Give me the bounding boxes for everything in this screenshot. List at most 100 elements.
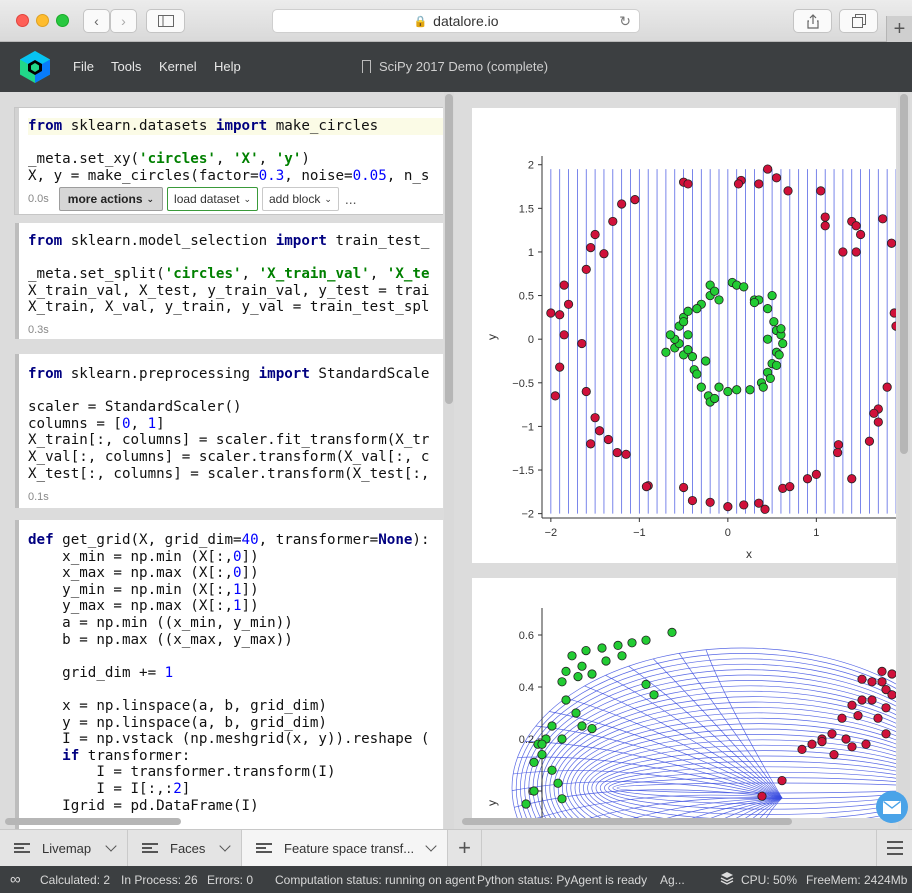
workspace: from sklearn.datasets import make_circle… [0, 92, 912, 829]
data-point [837, 713, 847, 723]
scrollbar-thumb[interactable] [5, 818, 181, 825]
close-window-button[interactable] [16, 14, 29, 27]
back-button[interactable]: ‹ [83, 9, 110, 33]
scrollbar-thumb[interactable] [462, 818, 792, 825]
data-point [521, 799, 531, 809]
data-point [745, 385, 755, 395]
cell-code[interactable]: def get_grid(X, grid_dim=40, transformer… [15, 520, 443, 814]
output-vertical-scrollbar[interactable] [898, 92, 910, 829]
data-point [577, 661, 587, 671]
minimize-window-button[interactable] [36, 14, 49, 27]
chevron-down-icon[interactable] [219, 840, 231, 852]
load-dataset-button[interactable]: load dataset ⌄ [167, 187, 258, 211]
scrollbar-thumb[interactable] [445, 94, 453, 404]
data-point [829, 750, 839, 760]
data-point [820, 221, 830, 231]
reload-icon[interactable]: ↻ [619, 13, 631, 30]
menu-help[interactable]: Help [214, 59, 241, 74]
browser-toolbar: ‹ › 🔒 datalore.io ↻ + [0, 0, 912, 42]
more-actions-button[interactable]: more actions ⌄ [58, 187, 164, 211]
cell-gutter [15, 354, 19, 508]
tab-feature-space[interactable]: Feature space transf... [242, 830, 448, 866]
document-title[interactable]: SciPy 2017 Demo (complete) [362, 59, 548, 74]
data-point [758, 382, 768, 392]
code-cell[interactable]: def get_grid(X, grid_dim=40, transformer… [15, 520, 443, 829]
feedback-button[interactable] [876, 791, 908, 823]
datalore-logo-icon[interactable] [18, 50, 52, 84]
menu-kernel[interactable]: Kernel [159, 59, 197, 74]
code-cell[interactable]: from sklearn.model_selection import trai… [15, 223, 443, 339]
tab-livemap[interactable]: Livemap [0, 830, 128, 866]
worksheet-icon [256, 841, 272, 855]
y-tick-label: 0.4 [519, 682, 534, 694]
data-point [760, 504, 770, 514]
forward-button[interactable]: › [110, 9, 137, 33]
x-tick-label: −1 [633, 527, 646, 539]
data-point [763, 164, 773, 174]
data-point [881, 729, 891, 739]
cell-timing: 0.0s [28, 193, 49, 205]
document-title-text: SciPy 2017 Demo (complete) [379, 59, 549, 74]
data-point [555, 362, 565, 372]
scatter-plot-circles[interactable]: 2 1.5 1 0.5 0 −0.5 −1 −1.5 −2 −2 −1 0 1 x y [472, 108, 896, 563]
data-point [855, 229, 866, 240]
add-block-button[interactable]: add block ⌄ [261, 187, 339, 211]
data-point [783, 186, 793, 196]
data-point [767, 290, 777, 301]
share-button[interactable] [793, 9, 832, 33]
scrollbar-thumb[interactable] [900, 94, 908, 454]
tabs-icon [851, 14, 866, 28]
editor-vertical-scrollbar[interactable] [444, 92, 454, 829]
status-agent[interactable]: Ag... [660, 873, 685, 887]
add-sheet-button[interactable]: + [448, 830, 482, 866]
tab-faces[interactable]: Faces [128, 830, 242, 866]
code-cell[interactable]: from sklearn.datasets import make_circle… [15, 108, 443, 214]
load-dataset-label: load dataset [174, 192, 240, 206]
address-bar[interactable]: 🔒 datalore.io ↻ [272, 9, 640, 33]
menu-tools[interactable]: Tools [111, 59, 141, 74]
menu-hamburger-icon[interactable] [876, 830, 912, 866]
data-point [546, 308, 556, 318]
data-point [547, 765, 557, 775]
scatter-plot-transformed[interactable]: 0.60.40.20y [472, 578, 896, 818]
data-point [853, 711, 863, 721]
data-point [683, 330, 693, 340]
chevron-down-icon[interactable] [425, 840, 437, 852]
data-point [683, 179, 693, 189]
menu-file[interactable]: File [73, 59, 94, 74]
cell-gutter [15, 223, 19, 339]
chevron-down-icon: ⌄ [146, 193, 155, 204]
y-tick-label: 0.6 [519, 630, 534, 642]
data-point [847, 700, 857, 710]
cell-code[interactable]: from sklearn.model_selection import trai… [15, 223, 443, 316]
new-tab-button[interactable]: + [886, 16, 912, 42]
output-horizontal-scrollbar[interactable] [456, 816, 896, 826]
data-point [807, 739, 817, 749]
data-point [617, 199, 627, 209]
data-point [771, 173, 782, 183]
data-point [847, 474, 857, 484]
code-cell[interactable]: from sklearn.preprocessing import Standa… [15, 354, 443, 508]
tabs-overview-button[interactable] [839, 9, 878, 33]
cell-timing: 0.3s [28, 323, 49, 336]
maximize-window-button[interactable] [56, 14, 69, 27]
data-point [841, 734, 851, 744]
editor-horizontal-scrollbar[interactable] [5, 816, 445, 826]
data-point [869, 408, 879, 418]
cell-code[interactable]: from sklearn.preprocessing import Standa… [15, 354, 443, 482]
sidebar-toggle-button[interactable] [146, 9, 185, 33]
data-point [833, 440, 844, 450]
data-point [749, 297, 759, 308]
plot-card-bottom: 0.60.40.20y [472, 578, 896, 818]
data-point [785, 481, 795, 492]
data-point [861, 739, 871, 749]
data-point [857, 674, 867, 684]
data-point [771, 360, 782, 370]
data-point [661, 347, 671, 357]
data-point [889, 308, 896, 318]
data-point [571, 708, 581, 718]
more-options-icon[interactable]: ... [345, 191, 357, 207]
chevron-down-icon[interactable] [105, 840, 117, 852]
data-point [692, 304, 702, 314]
cell-code[interactable]: from sklearn.datasets import make_circle… [15, 108, 443, 184]
